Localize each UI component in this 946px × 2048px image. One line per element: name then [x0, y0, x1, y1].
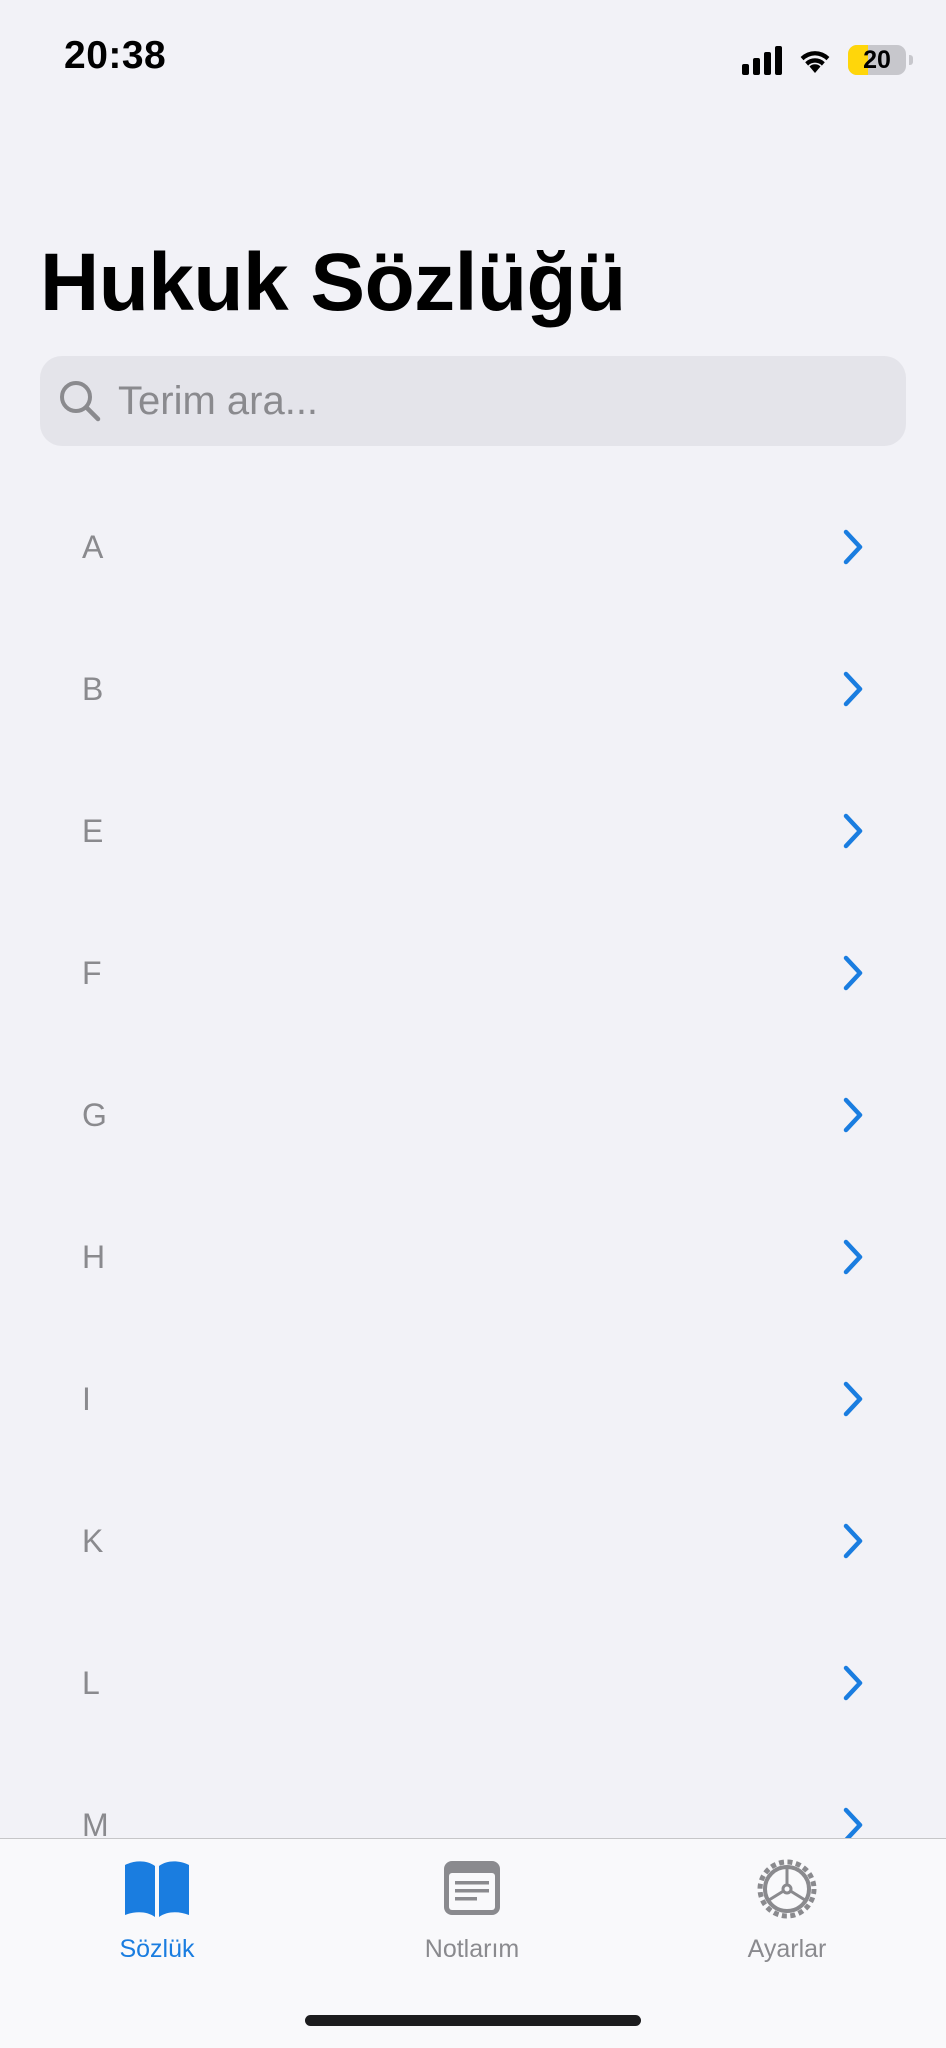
list-item-a[interactable]: A	[0, 476, 946, 618]
list-item-e[interactable]: E	[0, 760, 946, 902]
home-indicator[interactable]	[305, 2015, 641, 2026]
list-item-g[interactable]: G	[0, 1044, 946, 1186]
list-item-l[interactable]: L	[0, 1612, 946, 1754]
tab-label: Ayarlar	[747, 1935, 827, 1963]
tab-ayarlar[interactable]: Ayarlar	[687, 1857, 887, 1977]
list-item-label: K	[82, 1522, 104, 1559]
status-icons: 20	[742, 40, 913, 80]
search-input[interactable]	[118, 371, 906, 431]
list-item-label: F	[82, 954, 102, 991]
list-item-label: H	[82, 1238, 106, 1275]
list-item-b[interactable]: B	[0, 618, 946, 760]
search-icon	[60, 381, 101, 422]
signal-icon	[742, 45, 782, 75]
chevron-right-icon	[843, 1097, 863, 1133]
list-item-label: M	[82, 1806, 109, 1839]
chevron-right-icon	[843, 1523, 863, 1559]
book-icon	[125, 1861, 189, 1917]
list-item-m[interactable]: M	[0, 1754, 946, 1838]
list-item-label: I	[82, 1380, 91, 1417]
battery-percentage: 20	[863, 45, 891, 74]
gear-icon	[757, 1859, 817, 1919]
wifi-icon	[800, 51, 830, 73]
list-item-label: G	[82, 1096, 107, 1133]
tab-label: Sözlük	[119, 1935, 195, 1963]
battery-icon: 20	[848, 45, 913, 75]
chevron-right-icon	[843, 1239, 863, 1275]
chevron-right-icon	[843, 955, 863, 991]
status-time: 20:38	[64, 34, 167, 77]
list-item-label: L	[82, 1664, 100, 1701]
list-item-h[interactable]: H	[0, 1186, 946, 1328]
page-title: Hukuk Sözlüğü	[40, 237, 626, 328]
chevron-right-icon	[843, 671, 863, 707]
chevron-right-icon	[843, 1381, 863, 1417]
list-item-label: A	[82, 528, 104, 565]
chevron-right-icon	[843, 1665, 863, 1701]
list-item-f[interactable]: F	[0, 902, 946, 1044]
list-item-i[interactable]: I	[0, 1328, 946, 1470]
tab-notlarim[interactable]: Notlarım	[372, 1857, 572, 1977]
list-item-label: E	[82, 812, 104, 849]
status-bar: 20:38 20	[0, 0, 946, 118]
chevron-right-icon	[843, 1807, 863, 1838]
list-item-label: B	[82, 670, 104, 707]
letter-list: A B E F G H I K L M	[0, 476, 946, 1838]
search-bar[interactable]	[40, 356, 906, 446]
list-item-k[interactable]: K	[0, 1470, 946, 1612]
notes-icon	[444, 1861, 500, 1915]
chevron-right-icon	[843, 529, 863, 565]
tab-sozluk[interactable]: Sözlük	[57, 1857, 257, 1977]
tab-label: Notlarım	[424, 1935, 520, 1963]
chevron-right-icon	[843, 813, 863, 849]
